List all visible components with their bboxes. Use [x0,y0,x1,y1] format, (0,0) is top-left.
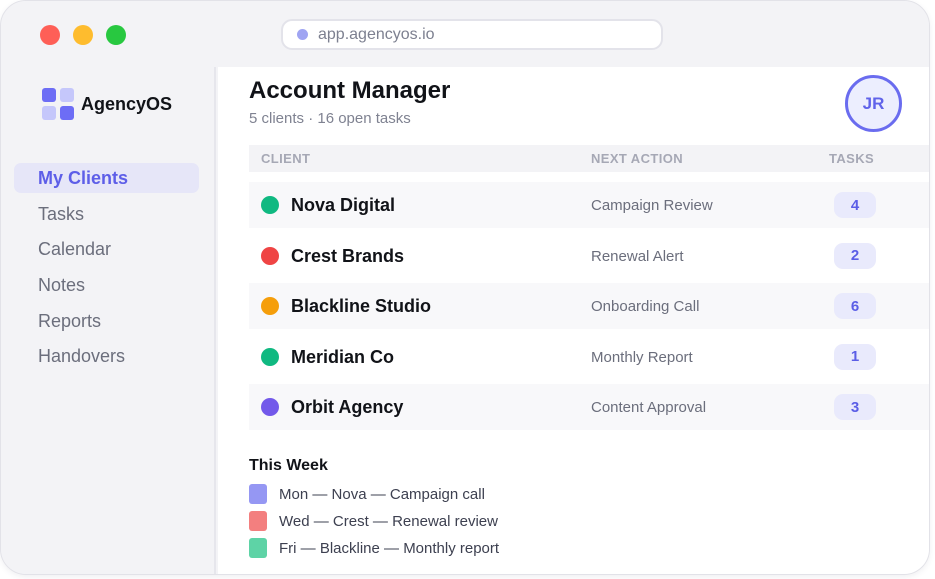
list-item[interactable]: Fri — Blackline — Monthly report [249,538,499,558]
page-subtitle: 5 clients · 16 open tasks [249,110,411,127]
task-count-badge[interactable]: 3 [834,394,876,420]
main-content: Account Manager 5 clients · 16 open task… [218,67,929,574]
table-body: Nova Digital Campaign Review 4 Crest Bra… [249,182,929,430]
brand-logo[interactable]: AgencyOS [42,88,172,120]
sidebar-item-handovers[interactable]: Handovers [14,341,199,371]
event-color-swatch-icon [249,484,267,504]
site-security-icon [297,29,308,40]
client-name[interactable]: Blackline Studio [291,296,431,317]
client-name[interactable]: Nova Digital [291,195,395,216]
table-row[interactable]: Meridian Co Monthly Report 1 [249,334,929,380]
browser-window: app.agencyos.io AgencyOS My Clients Task… [0,0,930,575]
task-count-badge[interactable]: 2 [834,242,876,269]
column-header-client[interactable]: CLIENT [261,151,310,166]
this-week-list: Mon — Nova — Campaign call Wed — Crest —… [249,484,499,565]
page-title: Account Manager [249,77,451,104]
sidebar-item-notes[interactable]: Notes [14,270,199,300]
table-row[interactable]: Crest Brands Renewal Alert 2 [249,233,929,279]
maximize-window-button[interactable] [106,25,126,45]
title-bar: app.agencyos.io [1,1,929,67]
minimize-window-button[interactable] [73,25,93,45]
close-window-button[interactable] [40,25,60,45]
sidebar-nav: My Clients Tasks Calendar Notes Reports … [14,163,199,377]
sidebar-item-calendar[interactable]: Calendar [14,234,199,264]
brand-name: AgencyOS [81,93,173,114]
table-header: CLIENT NEXT ACTION TASKS [249,145,929,172]
sidebar-item-tasks[interactable]: Tasks [14,199,199,229]
sidebar-item-my-clients[interactable]: My Clients [14,163,199,193]
client-name[interactable]: Crest Brands [291,246,404,267]
column-header-tasks[interactable]: TASKS [829,151,874,166]
list-item[interactable]: Mon — Nova — Campaign call [249,484,499,504]
user-avatar[interactable]: JR [845,75,902,132]
sidebar: AgencyOS My Clients Tasks Calendar Notes… [1,67,216,574]
event-text: Wed — Crest — Renewal review [279,512,498,530]
table-row[interactable]: Blackline Studio Onboarding Call 6 [249,283,929,329]
table-row[interactable]: Orbit Agency Content Approval 3 [249,384,929,430]
status-dot-icon [261,246,279,265]
task-count-badge[interactable]: 1 [834,343,876,370]
clients-table: CLIENT NEXT ACTION TASKS Nova Digital Ca… [249,145,929,435]
client-name[interactable]: Meridian Co [291,347,394,368]
this-week-title: This Week [249,457,328,474]
table-row[interactable]: Nova Digital Campaign Review 4 [249,182,929,228]
client-name[interactable]: Orbit Agency [291,397,403,418]
status-dot-icon [261,297,279,315]
address-bar[interactable]: app.agencyos.io [281,19,663,50]
status-dot-icon [261,196,279,214]
task-count-badge[interactable]: 6 [834,293,876,319]
column-header-next-action[interactable]: NEXT ACTION [591,151,683,166]
next-action: Monthly Report [591,348,693,366]
status-dot-icon [261,347,279,366]
event-text: Mon — Nova — Campaign call [279,485,485,503]
status-dot-icon [261,398,279,416]
next-action: Renewal Alert [591,247,684,265]
event-color-swatch-icon [249,538,267,558]
task-count-badge[interactable]: 4 [834,192,876,218]
next-action: Content Approval [591,399,707,416]
next-action: Onboarding Call [591,298,700,315]
list-item[interactable]: Wed — Crest — Renewal review [249,511,499,531]
logo-grid-icon [42,88,74,120]
event-text: Fri — Blackline — Monthly report [279,539,500,557]
sidebar-item-reports[interactable]: Reports [14,306,199,336]
url-text: app.agencyos.io [318,25,435,43]
next-action: Campaign Review [591,197,713,214]
event-color-swatch-icon [249,511,267,531]
